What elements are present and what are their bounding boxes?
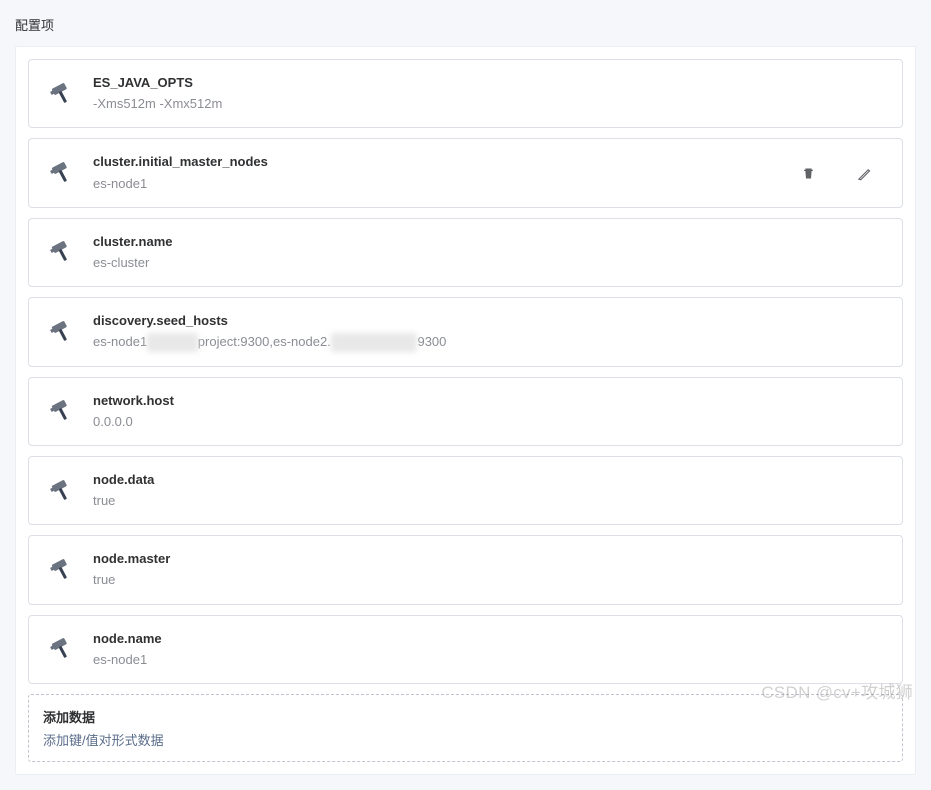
config-item-icon <box>47 635 75 663</box>
config-value-part: project:9300,es-node2. <box>198 334 331 349</box>
hammer-icon <box>47 477 75 505</box>
config-value: es-node1 <box>93 175 800 193</box>
add-data-panel[interactable]: 添加数据 添加键/值对形式数据 <box>28 694 903 762</box>
edit-icon <box>857 166 872 181</box>
hammer-icon <box>47 397 75 425</box>
hammer-icon <box>47 159 75 187</box>
config-item-icon <box>47 477 75 505</box>
config-value: es-node1 <box>93 651 884 669</box>
config-item-icon <box>47 80 75 108</box>
hammer-icon <box>47 80 75 108</box>
config-item-icon <box>47 238 75 266</box>
config-item[interactable]: node.master true <box>28 535 903 604</box>
config-value: -Xms512m -Xmx512m <box>93 95 884 113</box>
config-value-part: es-node1 <box>93 334 147 349</box>
config-item-content: discovery.seed_hosts es-node1 project:930… <box>93 312 884 351</box>
config-item[interactable]: cluster.name es-cluster <box>28 218 903 287</box>
add-data-subtitle[interactable]: 添加键/值对形式数据 <box>43 730 888 749</box>
config-list-card: ES_JAVA_OPTS -Xms512m -Xmx512m cluster.in… <box>15 46 916 775</box>
section-title: 配置项 <box>15 15 916 34</box>
config-item-content: cluster.initial_master_nodes es-node1 <box>93 153 800 192</box>
config-item[interactable]: network.host 0.0.0.0 <box>28 377 903 446</box>
config-value-part: 9300 <box>417 334 446 349</box>
masked-segment <box>331 333 418 351</box>
config-item-actions <box>800 165 884 181</box>
config-key: node.master <box>93 550 884 568</box>
config-item[interactable]: discovery.seed_hosts es-node1 project:930… <box>28 297 903 366</box>
hammer-icon <box>47 635 75 663</box>
config-item-icon <box>47 556 75 584</box>
config-key: discovery.seed_hosts <box>93 312 884 330</box>
edit-button[interactable] <box>856 165 872 181</box>
config-key: ES_JAVA_OPTS <box>93 74 884 92</box>
hammer-icon <box>47 238 75 266</box>
config-item-icon <box>47 318 75 346</box>
config-value: true <box>93 492 884 510</box>
config-item[interactable]: node.name es-node1 <box>28 615 903 684</box>
watermark: CSDN @cv+攻城狮 <box>761 678 913 703</box>
hammer-icon <box>47 318 75 346</box>
masked-segment <box>147 333 198 351</box>
config-item-content: ES_JAVA_OPTS -Xms512m -Xmx512m <box>93 74 884 113</box>
hammer-icon <box>47 556 75 584</box>
config-item-icon <box>47 397 75 425</box>
config-item[interactable]: ES_JAVA_OPTS -Xms512m -Xmx512m <box>28 59 903 128</box>
config-item-icon <box>47 159 75 187</box>
config-value: true <box>93 571 884 589</box>
config-key: node.data <box>93 471 884 489</box>
config-item-content: cluster.name es-cluster <box>93 233 884 272</box>
config-item-content: node.name es-node1 <box>93 630 884 669</box>
config-item[interactable]: cluster.initial_master_nodes es-node1 <box>28 138 903 207</box>
config-value: 0.0.0.0 <box>93 413 884 431</box>
add-data-title: 添加数据 <box>43 707 888 726</box>
config-item-content: node.master true <box>93 550 884 589</box>
config-key: cluster.name <box>93 233 884 251</box>
config-value: es-node1 project:9300,es-node2. 9300 <box>93 333 884 351</box>
config-value: es-cluster <box>93 254 884 272</box>
config-item-content: node.data true <box>93 471 884 510</box>
config-key: network.host <box>93 392 884 410</box>
trash-icon <box>801 166 816 181</box>
config-key: cluster.initial_master_nodes <box>93 153 800 171</box>
config-key: node.name <box>93 630 884 648</box>
config-item-content: network.host 0.0.0.0 <box>93 392 884 431</box>
delete-button[interactable] <box>800 165 816 181</box>
config-item[interactable]: node.data true <box>28 456 903 525</box>
